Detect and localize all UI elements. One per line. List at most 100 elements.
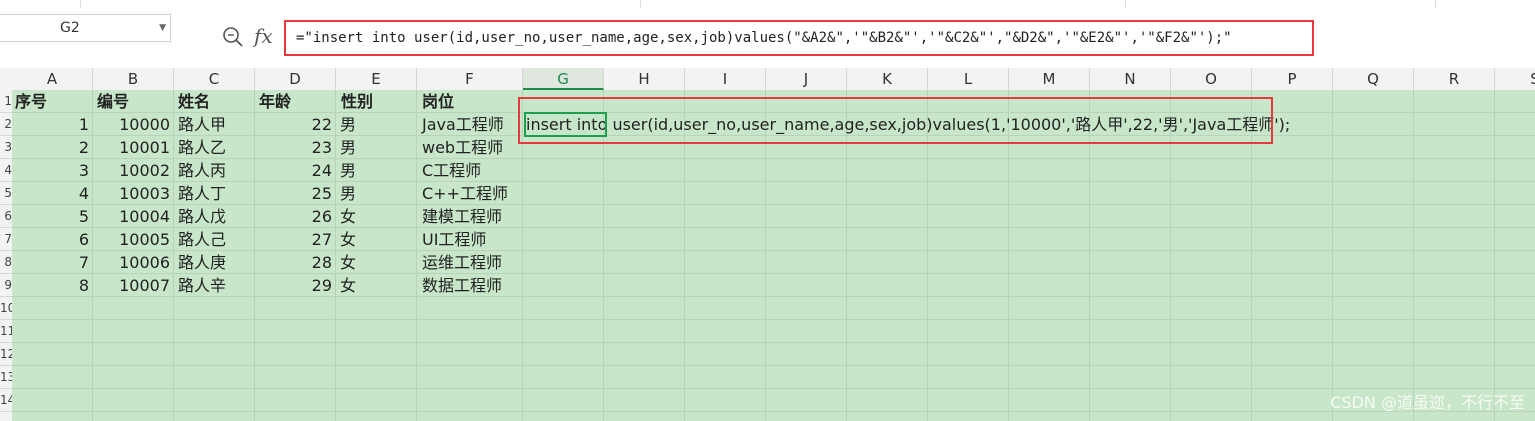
grid-line bbox=[12, 319, 1535, 320]
grid-line bbox=[1332, 90, 1333, 421]
table-cell[interactable]: 4 bbox=[12, 182, 89, 205]
row-header[interactable]: 2 bbox=[0, 113, 12, 136]
table-cell[interactable]: UI工程师 bbox=[422, 228, 518, 251]
table-cell[interactable]: 1 bbox=[12, 113, 89, 136]
table-cell[interactable]: 路人辛 bbox=[178, 274, 255, 297]
table-cell[interactable]: 数据工程师 bbox=[422, 274, 518, 297]
table-cell[interactable]: 路人己 bbox=[178, 228, 255, 251]
table-cell[interactable]: 10002 bbox=[93, 159, 170, 182]
column-header-r[interactable]: R bbox=[1414, 68, 1495, 90]
column-header-h[interactable]: H bbox=[604, 68, 685, 90]
table-cell[interactable]: 路人戊 bbox=[178, 205, 255, 228]
row-header[interactable]: 13 bbox=[0, 366, 12, 389]
table-cell[interactable]: 7 bbox=[12, 251, 89, 274]
table-cell[interactable]: 6 bbox=[12, 228, 89, 251]
column-header-a[interactable]: A bbox=[12, 68, 93, 90]
table-cell[interactable]: 26 bbox=[255, 205, 332, 228]
column-header-b[interactable]: B bbox=[93, 68, 174, 90]
column-header-i[interactable]: I bbox=[685, 68, 766, 90]
header-cell-age[interactable]: 年龄 bbox=[259, 90, 335, 113]
row-header[interactable]: 11 bbox=[0, 320, 12, 343]
table-cell[interactable]: 22 bbox=[255, 113, 332, 136]
table-cell[interactable]: 27 bbox=[255, 228, 332, 251]
column-header-q[interactable]: Q bbox=[1333, 68, 1414, 90]
table-cell[interactable]: 10006 bbox=[93, 251, 170, 274]
table-cell[interactable]: 10003 bbox=[93, 182, 170, 205]
table-cell[interactable]: 8 bbox=[12, 274, 89, 297]
table-cell[interactable]: 23 bbox=[255, 136, 332, 159]
table-cell[interactable]: 女 bbox=[340, 274, 417, 297]
header-cell-sex[interactable]: 性别 bbox=[341, 90, 417, 113]
table-cell[interactable]: C工程师 bbox=[422, 159, 518, 182]
table-cell[interactable]: Java工程师 bbox=[422, 113, 518, 136]
row-header[interactable]: 9 bbox=[0, 274, 12, 297]
column-header-o[interactable]: O bbox=[1171, 68, 1252, 90]
table-cell[interactable]: 29 bbox=[255, 274, 332, 297]
table-cell[interactable]: 28 bbox=[255, 251, 332, 274]
row-header[interactable]: 10 bbox=[0, 297, 12, 320]
table-cell[interactable]: C++工程师 bbox=[422, 182, 518, 205]
table-cell[interactable]: 10005 bbox=[93, 228, 170, 251]
row-header[interactable]: 4 bbox=[0, 159, 12, 182]
fx-icon[interactable]: fx bbox=[254, 24, 273, 48]
toolbar-divider bbox=[640, 0, 641, 8]
table-cell[interactable]: 路人甲 bbox=[178, 113, 255, 136]
table-cell[interactable]: 10007 bbox=[93, 274, 170, 297]
table-cell[interactable]: 女 bbox=[340, 228, 417, 251]
header-cell-seq[interactable]: 序号 bbox=[15, 90, 91, 113]
row-header[interactable]: 12 bbox=[0, 343, 12, 366]
table-cell[interactable]: 路人丙 bbox=[178, 159, 255, 182]
sheet-grid[interactable]: 序号 编号 姓名 年龄 性别 岗位 insert into user(id,us… bbox=[12, 90, 1535, 421]
table-cell[interactable]: 路人乙 bbox=[178, 136, 255, 159]
table-cell[interactable]: 10000 bbox=[93, 113, 170, 136]
column-header-g[interactable]: G bbox=[523, 68, 604, 90]
table-cell[interactable]: web工程师 bbox=[422, 136, 518, 159]
table-cell[interactable]: 24 bbox=[255, 159, 332, 182]
formula-input[interactable]: ="insert into user(id,user_no,user_name,… bbox=[284, 20, 1314, 56]
column-header-p[interactable]: P bbox=[1252, 68, 1333, 90]
grid-line bbox=[173, 90, 174, 421]
watermark: CSDN @道虽迩，不行不至 bbox=[1330, 393, 1525, 412]
column-header-j[interactable]: J bbox=[766, 68, 847, 90]
name-box[interactable]: G2 ▼ bbox=[0, 14, 171, 42]
row-header[interactable]: 6 bbox=[0, 205, 12, 228]
table-cell[interactable]: 女 bbox=[340, 251, 417, 274]
column-header-e[interactable]: E bbox=[336, 68, 417, 90]
header-cell-name[interactable]: 姓名 bbox=[178, 90, 254, 113]
table-cell[interactable]: 男 bbox=[340, 182, 417, 205]
column-header-s[interactable]: S bbox=[1495, 68, 1535, 90]
column-header-k[interactable]: K bbox=[847, 68, 928, 90]
column-header-c[interactable]: C bbox=[174, 68, 255, 90]
table-cell[interactable]: 女 bbox=[340, 205, 417, 228]
table-cell[interactable]: 3 bbox=[12, 159, 89, 182]
row-headers: 1234567891011121314 bbox=[0, 90, 12, 421]
header-cell-job[interactable]: 岗位 bbox=[422, 90, 518, 113]
header-cell-no[interactable]: 编号 bbox=[97, 90, 173, 113]
row-header[interactable]: 1 bbox=[0, 90, 12, 113]
chevron-down-icon[interactable]: ▼ bbox=[159, 15, 166, 41]
row-header[interactable]: 5 bbox=[0, 182, 12, 205]
table-cell[interactable]: 25 bbox=[255, 182, 332, 205]
table-cell[interactable]: 10001 bbox=[93, 136, 170, 159]
column-header-f[interactable]: F bbox=[417, 68, 523, 90]
table-cell[interactable]: 建模工程师 bbox=[422, 205, 518, 228]
column-header-m[interactable]: M bbox=[1009, 68, 1090, 90]
column-header-n[interactable]: N bbox=[1090, 68, 1171, 90]
table-cell[interactable]: 路人丁 bbox=[178, 182, 255, 205]
row-header[interactable]: 14 bbox=[0, 389, 12, 412]
column-header-l[interactable]: L bbox=[928, 68, 1009, 90]
table-cell[interactable]: 5 bbox=[12, 205, 89, 228]
name-box-value: G2 bbox=[60, 20, 80, 36]
table-cell[interactable]: 10004 bbox=[93, 205, 170, 228]
column-header-d[interactable]: D bbox=[255, 68, 336, 90]
row-header[interactable]: 8 bbox=[0, 251, 12, 274]
table-cell[interactable]: 运维工程师 bbox=[422, 251, 518, 274]
table-cell[interactable]: 2 bbox=[12, 136, 89, 159]
zoom-icon[interactable] bbox=[222, 26, 244, 48]
table-cell[interactable]: 男 bbox=[340, 159, 417, 182]
table-cell[interactable]: 路人庚 bbox=[178, 251, 255, 274]
table-cell[interactable]: 男 bbox=[340, 136, 417, 159]
table-cell[interactable]: 男 bbox=[340, 113, 417, 136]
row-header[interactable]: 3 bbox=[0, 136, 12, 159]
row-header[interactable]: 7 bbox=[0, 228, 12, 251]
